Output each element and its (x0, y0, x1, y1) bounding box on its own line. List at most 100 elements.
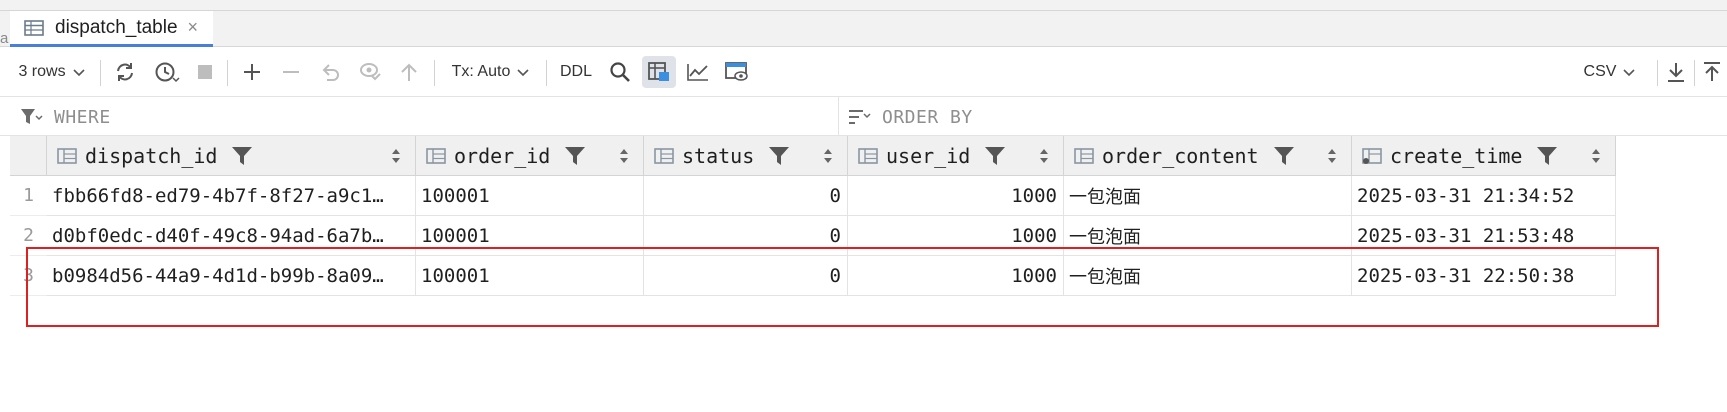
stop-icon (198, 65, 212, 79)
toolbar-separator (227, 60, 228, 86)
indexed-column-icon (1362, 147, 1382, 164)
column-filter-icon[interactable] (564, 146, 586, 166)
value-viewer-button[interactable] (721, 52, 753, 92)
toolbar-separator (434, 60, 435, 86)
search-button[interactable] (605, 52, 635, 92)
chevron-down-icon (517, 69, 529, 77)
tab-strip-top-border (0, 10, 1727, 11)
sort-arrows-icon[interactable] (391, 148, 401, 164)
sort-arrows-icon[interactable] (823, 148, 833, 164)
refresh-button[interactable] (110, 52, 140, 92)
sort-arrows-icon[interactable] (619, 148, 629, 164)
auto-refresh-button[interactable] (148, 52, 186, 92)
where-filter-input[interactable]: WHERE (20, 97, 835, 137)
revert-button[interactable] (316, 52, 344, 92)
row-number: 1 (10, 176, 47, 216)
order-by-input[interactable]: ORDER BY (848, 97, 1718, 137)
toolbar-separator (546, 60, 547, 86)
sort-arrows-icon[interactable] (1039, 148, 1049, 164)
cell-create-time[interactable]: 2025-03-31 21:34:52 (1352, 176, 1616, 216)
view-as-table-button[interactable] (642, 56, 676, 88)
table-icon (24, 19, 44, 36)
submit-button[interactable] (395, 52, 423, 92)
transaction-mode-dropdown[interactable]: Tx: Auto (446, 52, 536, 92)
export-format-label: CSV (1583, 63, 1617, 80)
rows-count-label: 3 rows (18, 63, 66, 80)
upload-icon (1704, 62, 1720, 81)
toolbar-separator (1657, 60, 1658, 86)
row-number-header (10, 136, 47, 176)
column-header-create-time[interactable]: create_time (1352, 136, 1616, 176)
tab-label: dispatch_table (55, 16, 178, 38)
rows-count-dropdown[interactable]: 3 rows (14, 52, 90, 92)
editor-tab-strip: a dispatch_table × (0, 0, 1727, 47)
cell-order-content[interactable]: 一包泡面 (1064, 176, 1352, 216)
download-icon (1668, 63, 1684, 82)
toolbar-separator (100, 60, 101, 86)
column-name: create_time (1390, 143, 1523, 168)
refresh-icon (117, 63, 133, 81)
column-name: order_content (1102, 143, 1259, 168)
column-icon (57, 147, 77, 164)
sort-arrows-icon[interactable] (1327, 148, 1337, 164)
tab-dispatch-table[interactable]: dispatch_table × (10, 11, 213, 47)
column-name: order_id (454, 143, 551, 168)
column-header-user-id[interactable]: user_id (848, 136, 1064, 176)
import-button[interactable] (1697, 52, 1727, 92)
column-filter-icon[interactable] (1536, 146, 1558, 166)
cell-order-id[interactable]: 100001 (416, 176, 644, 216)
column-header-status[interactable]: status (644, 136, 848, 176)
column-name: dispatch_id (85, 143, 218, 168)
cell-user-id[interactable]: 1000 (848, 176, 1064, 216)
arrow-up-icon (401, 63, 417, 81)
cell-dispatch-id[interactable]: fbb66fd8-ed79-4b7f-8f27-a9c1… (47, 176, 416, 216)
preview-changes-button[interactable] (355, 52, 385, 92)
cell-status[interactable]: 0 (644, 176, 848, 216)
column-icon (1074, 147, 1094, 164)
plus-icon (244, 64, 260, 80)
toolbar-separator (1694, 60, 1695, 86)
ddl-button[interactable]: DDL (556, 52, 596, 92)
column-icon (858, 147, 878, 164)
column-filter-icon[interactable] (1273, 146, 1295, 166)
column-name: user_id (886, 143, 971, 168)
preview-pending-icon (360, 63, 381, 81)
undo-icon (322, 64, 339, 81)
filter-icon (21, 109, 43, 124)
ddl-label: DDL (559, 63, 592, 80)
minus-icon (283, 71, 299, 73)
column-header-order-content[interactable]: order_content (1064, 136, 1352, 176)
filter-row: WHERE ORDER BY (0, 96, 1727, 137)
clock-icon (155, 62, 180, 83)
export-button[interactable] (1660, 52, 1692, 92)
line-chart-icon (687, 64, 708, 81)
filter-divider (838, 97, 839, 137)
export-format-dropdown[interactable]: CSV (1582, 52, 1638, 92)
search-icon (610, 62, 630, 82)
highlight-box (26, 247, 1659, 327)
where-placeholder: WHERE (54, 106, 111, 128)
order-by-placeholder: ORDER BY (882, 106, 973, 128)
add-row-button[interactable] (238, 52, 266, 92)
clipped-edge-text: a (0, 30, 9, 47)
sort-arrows-icon[interactable] (1591, 148, 1601, 164)
column-name: status (682, 143, 755, 168)
chevron-down-icon (1623, 69, 1636, 77)
delete-row-button[interactable] (277, 52, 305, 92)
column-icon (654, 147, 674, 164)
transaction-mode-label: Tx: Auto (451, 63, 511, 80)
table-view-icon (648, 62, 669, 81)
result-toolbar: 3 rows Tx: Auto DDL CSV (0, 52, 1727, 92)
close-tab-button[interactable]: × (188, 17, 199, 38)
value-viewer-icon (725, 62, 748, 81)
chevron-down-icon (72, 69, 85, 77)
column-header-order-id[interactable]: order_id (416, 136, 644, 176)
column-header-dispatch-id[interactable]: dispatch_id (47, 136, 416, 176)
column-filter-icon[interactable] (768, 146, 790, 166)
column-filter-icon[interactable] (984, 146, 1006, 166)
chart-view-button[interactable] (683, 52, 713, 92)
sort-icon (849, 110, 871, 124)
column-filter-icon[interactable] (231, 146, 253, 166)
column-icon (426, 147, 446, 164)
stop-button[interactable] (192, 52, 218, 92)
